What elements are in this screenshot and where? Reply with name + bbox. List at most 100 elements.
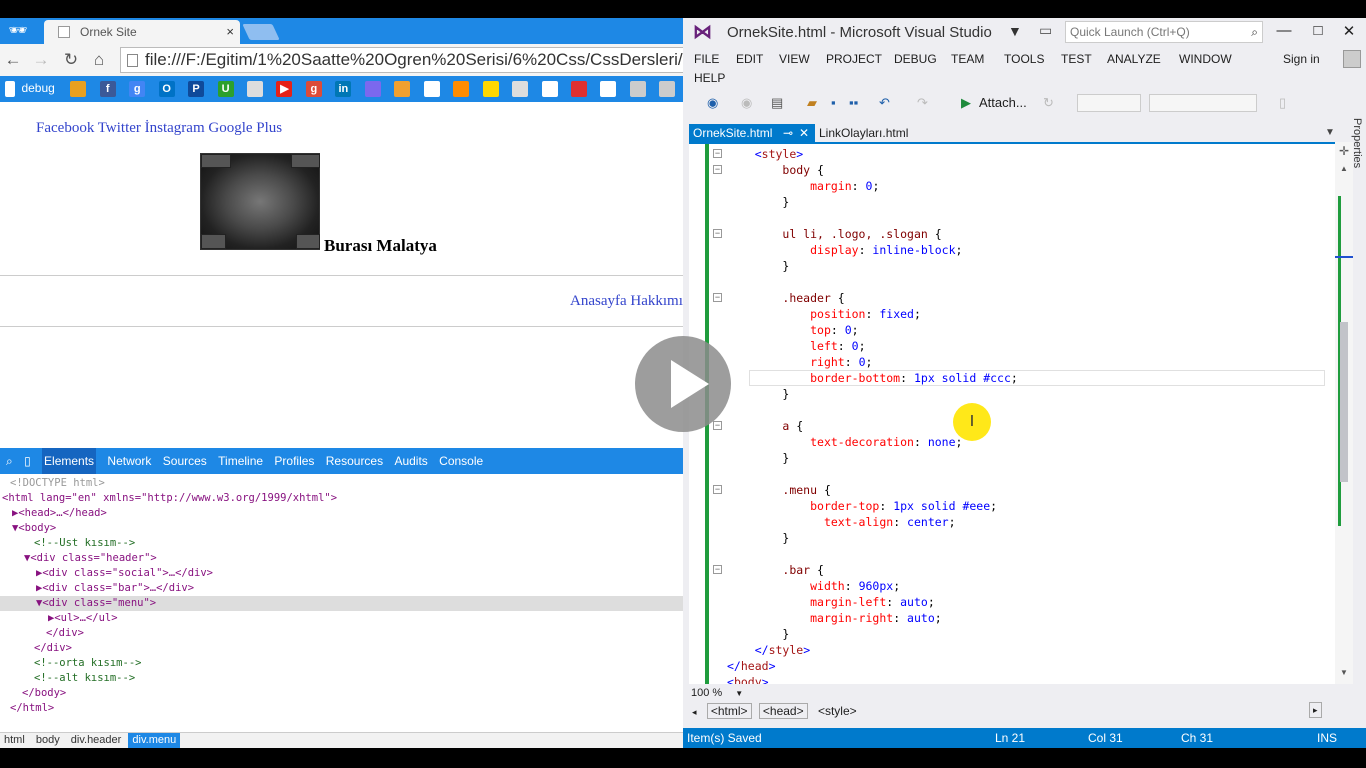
sign-in-link[interactable]: Sign in bbox=[1283, 52, 1320, 66]
devtools-tab-timeline[interactable]: Timeline bbox=[218, 448, 263, 474]
incognito-icon[interactable]: 🕶 bbox=[2, 20, 34, 42]
pin-icon[interactable]: ⊸ bbox=[783, 124, 793, 142]
start-debugging-icon[interactable]: ▶ bbox=[961, 94, 971, 112]
tab-oreksite-html[interactable]: OrnekSite.html ⊸ ✕ bbox=[689, 124, 815, 142]
collapse-icon[interactable]: − bbox=[713, 293, 722, 302]
code-line[interactable]: text-align: center; bbox=[727, 514, 956, 530]
dom-doctype[interactable]: <!DOCTYPE html> bbox=[10, 476, 105, 491]
dom-div-close[interactable]: </div> bbox=[46, 626, 84, 641]
google-bookmark-icon[interactable]: g bbox=[129, 81, 146, 97]
maximize-icon[interactable]: □ bbox=[1306, 22, 1330, 39]
code-line[interactable]: border-top: 1px solid #eee; bbox=[727, 498, 997, 514]
scroll-down-icon[interactable]: ▼ bbox=[1340, 668, 1348, 677]
linkedin-bookmark-icon[interactable]: in bbox=[335, 81, 352, 97]
menu-edit[interactable]: EDIT bbox=[736, 51, 763, 67]
bookmark-icon-9[interactable] bbox=[629, 81, 646, 97]
new-project-icon[interactable]: ▤ bbox=[771, 94, 783, 112]
code-line[interactable]: margin-right: auto; bbox=[727, 610, 942, 626]
bookmark-icon-10[interactable] bbox=[659, 81, 676, 97]
code-line[interactable]: } bbox=[727, 450, 789, 466]
code-line[interactable]: } bbox=[727, 386, 789, 402]
solution-platform-dropdown[interactable] bbox=[1149, 94, 1257, 112]
bookmark-icon-5[interactable] bbox=[453, 81, 470, 97]
collapse-icon[interactable]: − bbox=[713, 565, 722, 574]
dom-comment-alt[interactable]: <!--alt kısım--> bbox=[34, 671, 135, 686]
bookmark-icon-6[interactable] bbox=[482, 81, 499, 97]
bookmark-icon-u[interactable]: U bbox=[217, 81, 234, 97]
dom-div-menu[interactable]: ▼<div class="menu"> bbox=[36, 596, 156, 611]
menu-help[interactable]: HELP bbox=[694, 70, 725, 86]
collapse-icon[interactable]: − bbox=[713, 485, 722, 494]
feedback-icon[interactable]: ▭ bbox=[1039, 22, 1052, 39]
redo-icon[interactable]: ↷ bbox=[917, 94, 928, 112]
code-line[interactable]: display: inline-block; bbox=[727, 242, 962, 258]
dom-body-close[interactable]: </body> bbox=[22, 686, 66, 701]
undo-icon[interactable]: ↶ bbox=[879, 94, 890, 112]
browser-tab[interactable]: Ornek Site × bbox=[44, 20, 240, 44]
save-icon[interactable]: ▪ bbox=[831, 94, 836, 112]
new-tab-button[interactable] bbox=[242, 24, 280, 40]
code-line[interactable]: .header { bbox=[727, 290, 844, 306]
code-line[interactable]: <body> bbox=[727, 674, 769, 684]
save-all-icon[interactable]: ▪▪ bbox=[849, 94, 858, 112]
back-icon[interactable]: ← bbox=[2, 48, 24, 72]
dom-comment-orta[interactable]: <!--orta kısım--> bbox=[34, 656, 141, 671]
code-line[interactable]: } bbox=[727, 258, 789, 274]
dom-html[interactable]: <html lang="en" xmlns="http://www.w3.org… bbox=[2, 491, 337, 506]
bookmark-debug[interactable]: debug bbox=[21, 81, 54, 95]
crumb-div-menu[interactable]: div.menu bbox=[128, 733, 181, 748]
address-bar[interactable]: file:///F:/Egitim/1%20Saatte%20Ogren%20S… bbox=[120, 47, 683, 73]
inspect-search-icon[interactable]: ⌕ bbox=[6, 448, 13, 474]
bookmark-icon-1[interactable] bbox=[70, 81, 87, 97]
bookmark-icon-2[interactable] bbox=[247, 81, 263, 97]
code-line[interactable]: body { bbox=[727, 162, 824, 178]
tab-overflow-icon[interactable]: ▼ bbox=[1325, 124, 1335, 142]
social-links[interactable]: Facebook Twitter İnstagram Google Plus bbox=[36, 120, 282, 137]
menu-tools[interactable]: TOOLS bbox=[1004, 51, 1044, 67]
reload-icon[interactable]: ↻ bbox=[60, 48, 82, 72]
devtools-tab-network[interactable]: Network bbox=[107, 448, 151, 474]
crumb-div-header[interactable]: div.header bbox=[67, 733, 126, 748]
scroll-thumb[interactable] bbox=[1340, 322, 1348, 482]
toolbar-icon[interactable]: ▯ bbox=[1279, 94, 1286, 112]
collapse-icon[interactable]: − bbox=[713, 165, 722, 174]
attach-button[interactable]: Attach... bbox=[979, 94, 1027, 112]
code-line[interactable]: border-bottom: 1px solid #ccc; bbox=[727, 370, 1018, 386]
facebook-bookmark-icon[interactable]: f bbox=[99, 81, 116, 97]
solution-config-dropdown[interactable] bbox=[1077, 94, 1141, 112]
code-line[interactable]: </head> bbox=[727, 658, 776, 674]
code-line[interactable]: width: 960px; bbox=[727, 578, 900, 594]
navigate-back-icon[interactable]: ◉ bbox=[707, 94, 718, 112]
properties-panel-tab[interactable]: Properties bbox=[1343, 118, 1363, 188]
code-line[interactable]: margin-left: auto; bbox=[727, 594, 935, 610]
code-line[interactable]: right: 0; bbox=[727, 354, 872, 370]
code-line[interactable]: ul li, .logo, .slogan { bbox=[727, 226, 941, 242]
menu-links[interactable]: Anasayfa Hakkımızda bbox=[570, 293, 683, 310]
menu-analyze[interactable]: ANALYZE bbox=[1107, 51, 1161, 67]
menu-file[interactable]: FILE bbox=[694, 51, 719, 67]
code-line[interactable]: </style> bbox=[727, 642, 810, 658]
bookmark-icon-4[interactable] bbox=[394, 81, 411, 97]
zoom-dropdown[interactable]: 100 % ▼ bbox=[689, 686, 749, 700]
menu-view[interactable]: VIEW bbox=[779, 51, 810, 67]
code-line[interactable]: left: 0; bbox=[727, 338, 865, 354]
devtools-tab-console[interactable]: Console bbox=[439, 448, 483, 474]
crumb-right-icon[interactable]: ▸ bbox=[1309, 702, 1322, 718]
dom-comment-ust[interactable]: <!--Ust kısım--> bbox=[34, 536, 135, 551]
navigate-forward-icon[interactable]: ◉ bbox=[741, 94, 752, 112]
crumb-head-tag[interactable]: <head> bbox=[758, 703, 808, 719]
video-play-button[interactable] bbox=[635, 336, 731, 432]
code-line[interactable]: position: fixed; bbox=[727, 306, 921, 322]
bookmark-icon-7[interactable] bbox=[512, 81, 529, 97]
code-line[interactable]: } bbox=[727, 626, 789, 642]
menu-team[interactable]: TEAM bbox=[951, 51, 984, 67]
quick-launch-input[interactable]: Quick Launch (Ctrl+Q) ⌕ bbox=[1065, 21, 1263, 43]
bookmark-page-icon-2[interactable] bbox=[541, 81, 558, 97]
menu-window[interactable]: WINDOW bbox=[1179, 51, 1232, 67]
forward-icon[interactable]: → bbox=[30, 48, 52, 72]
dom-ul[interactable]: ▶<ul>…</ul> bbox=[48, 611, 118, 626]
dom-div-bar[interactable]: ▶<div class="bar">…</div> bbox=[36, 581, 194, 596]
bookmark-icon-3[interactable] bbox=[364, 81, 381, 97]
home-icon[interactable]: ⌂ bbox=[88, 48, 110, 72]
editor-vertical-scrollbar[interactable]: ✛ ▲ ▼ bbox=[1335, 142, 1353, 684]
